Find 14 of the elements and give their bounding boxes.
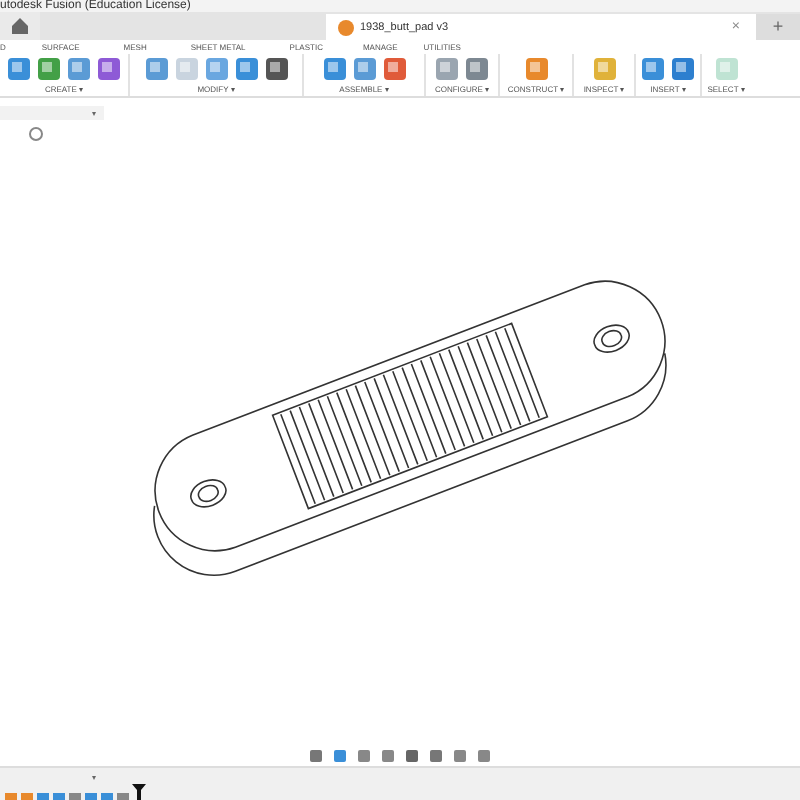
document-icon <box>338 19 354 35</box>
tool-icon[interactable] <box>233 55 259 81</box>
tool-icon[interactable] <box>640 55 666 81</box>
tool-icon[interactable] <box>263 55 289 81</box>
tool-icon[interactable] <box>321 55 347 81</box>
tool-icon[interactable] <box>36 55 62 81</box>
timeline-marker-icon[interactable] <box>132 784 146 800</box>
tool-icon[interactable] <box>464 55 490 81</box>
new-tab-button[interactable]: + <box>756 14 800 40</box>
home-icon[interactable] <box>10 16 30 36</box>
tool-icon[interactable] <box>381 55 407 81</box>
tool-icon[interactable] <box>96 55 122 81</box>
tool-icon[interactable] <box>6 55 32 81</box>
tool-icon[interactable] <box>670 55 696 81</box>
